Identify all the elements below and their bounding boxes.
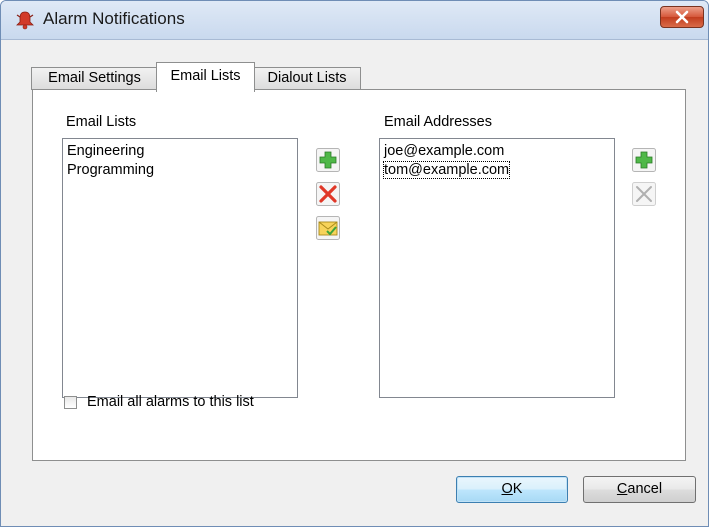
- delete-address-button[interactable]: [632, 182, 656, 206]
- close-button[interactable]: [660, 6, 704, 28]
- email-all-alarms-checkbox[interactable]: [64, 395, 77, 409]
- ok-mnemonic: O: [501, 481, 513, 497]
- email-addresses-listbox[interactable]: joe@example.com tom@example.com: [379, 138, 615, 398]
- title-bar: Alarm Notifications: [1, 1, 708, 40]
- window-title: Alarm Notifications: [43, 9, 185, 28]
- email-addresses-label: Email Addresses: [384, 114, 492, 130]
- email-lists-listbox[interactable]: Engineering Programming: [62, 138, 298, 398]
- email-list-button[interactable]: [316, 216, 340, 240]
- tab-email-settings[interactable]: Email Settings: [31, 67, 158, 90]
- focused-item-text: tom@example.com: [382, 161, 511, 179]
- bell-icon: [16, 11, 34, 30]
- list-item[interactable]: joe@example.com: [380, 142, 614, 161]
- cancel-button[interactable]: Cancel: [583, 476, 696, 503]
- email-all-alarms-label: Email all alarms to this list: [87, 394, 254, 410]
- cancel-mnemonic: C: [616, 481, 628, 497]
- email-lists-panel: Email Lists Engineering Programming Emai…: [32, 89, 686, 461]
- close-icon: [675, 10, 689, 24]
- ok-label: K: [512, 481, 523, 497]
- add-list-button[interactable]: [316, 148, 340, 172]
- email-lists-label: Email Lists: [66, 114, 137, 130]
- tab-dialout-lists[interactable]: Dialout Lists: [253, 67, 361, 90]
- list-item[interactable]: Engineering: [63, 142, 297, 161]
- ok-button[interactable]: OK: [456, 476, 568, 503]
- add-address-button[interactable]: [632, 148, 656, 172]
- tab-email-lists[interactable]: Email Lists: [156, 62, 255, 92]
- cancel-label: ancel: [627, 481, 663, 497]
- list-item[interactable]: Programming: [63, 161, 297, 180]
- list-item[interactable]: tom@example.com: [380, 161, 614, 180]
- alarm-notifications-window: Alarm Notifications Email Settings Email…: [0, 0, 709, 527]
- tab-label: Dialout Lists: [267, 70, 347, 86]
- tab-label: Email Settings: [48, 70, 141, 86]
- email-icon: [318, 221, 338, 236]
- dialog-client-area: Email Settings Email Lists Dialout Lists…: [1, 40, 708, 526]
- email-all-alarms-option[interactable]: Email all alarms to this list: [64, 394, 254, 410]
- tab-label: Email Lists: [170, 68, 241, 84]
- delete-list-button[interactable]: [316, 182, 340, 206]
